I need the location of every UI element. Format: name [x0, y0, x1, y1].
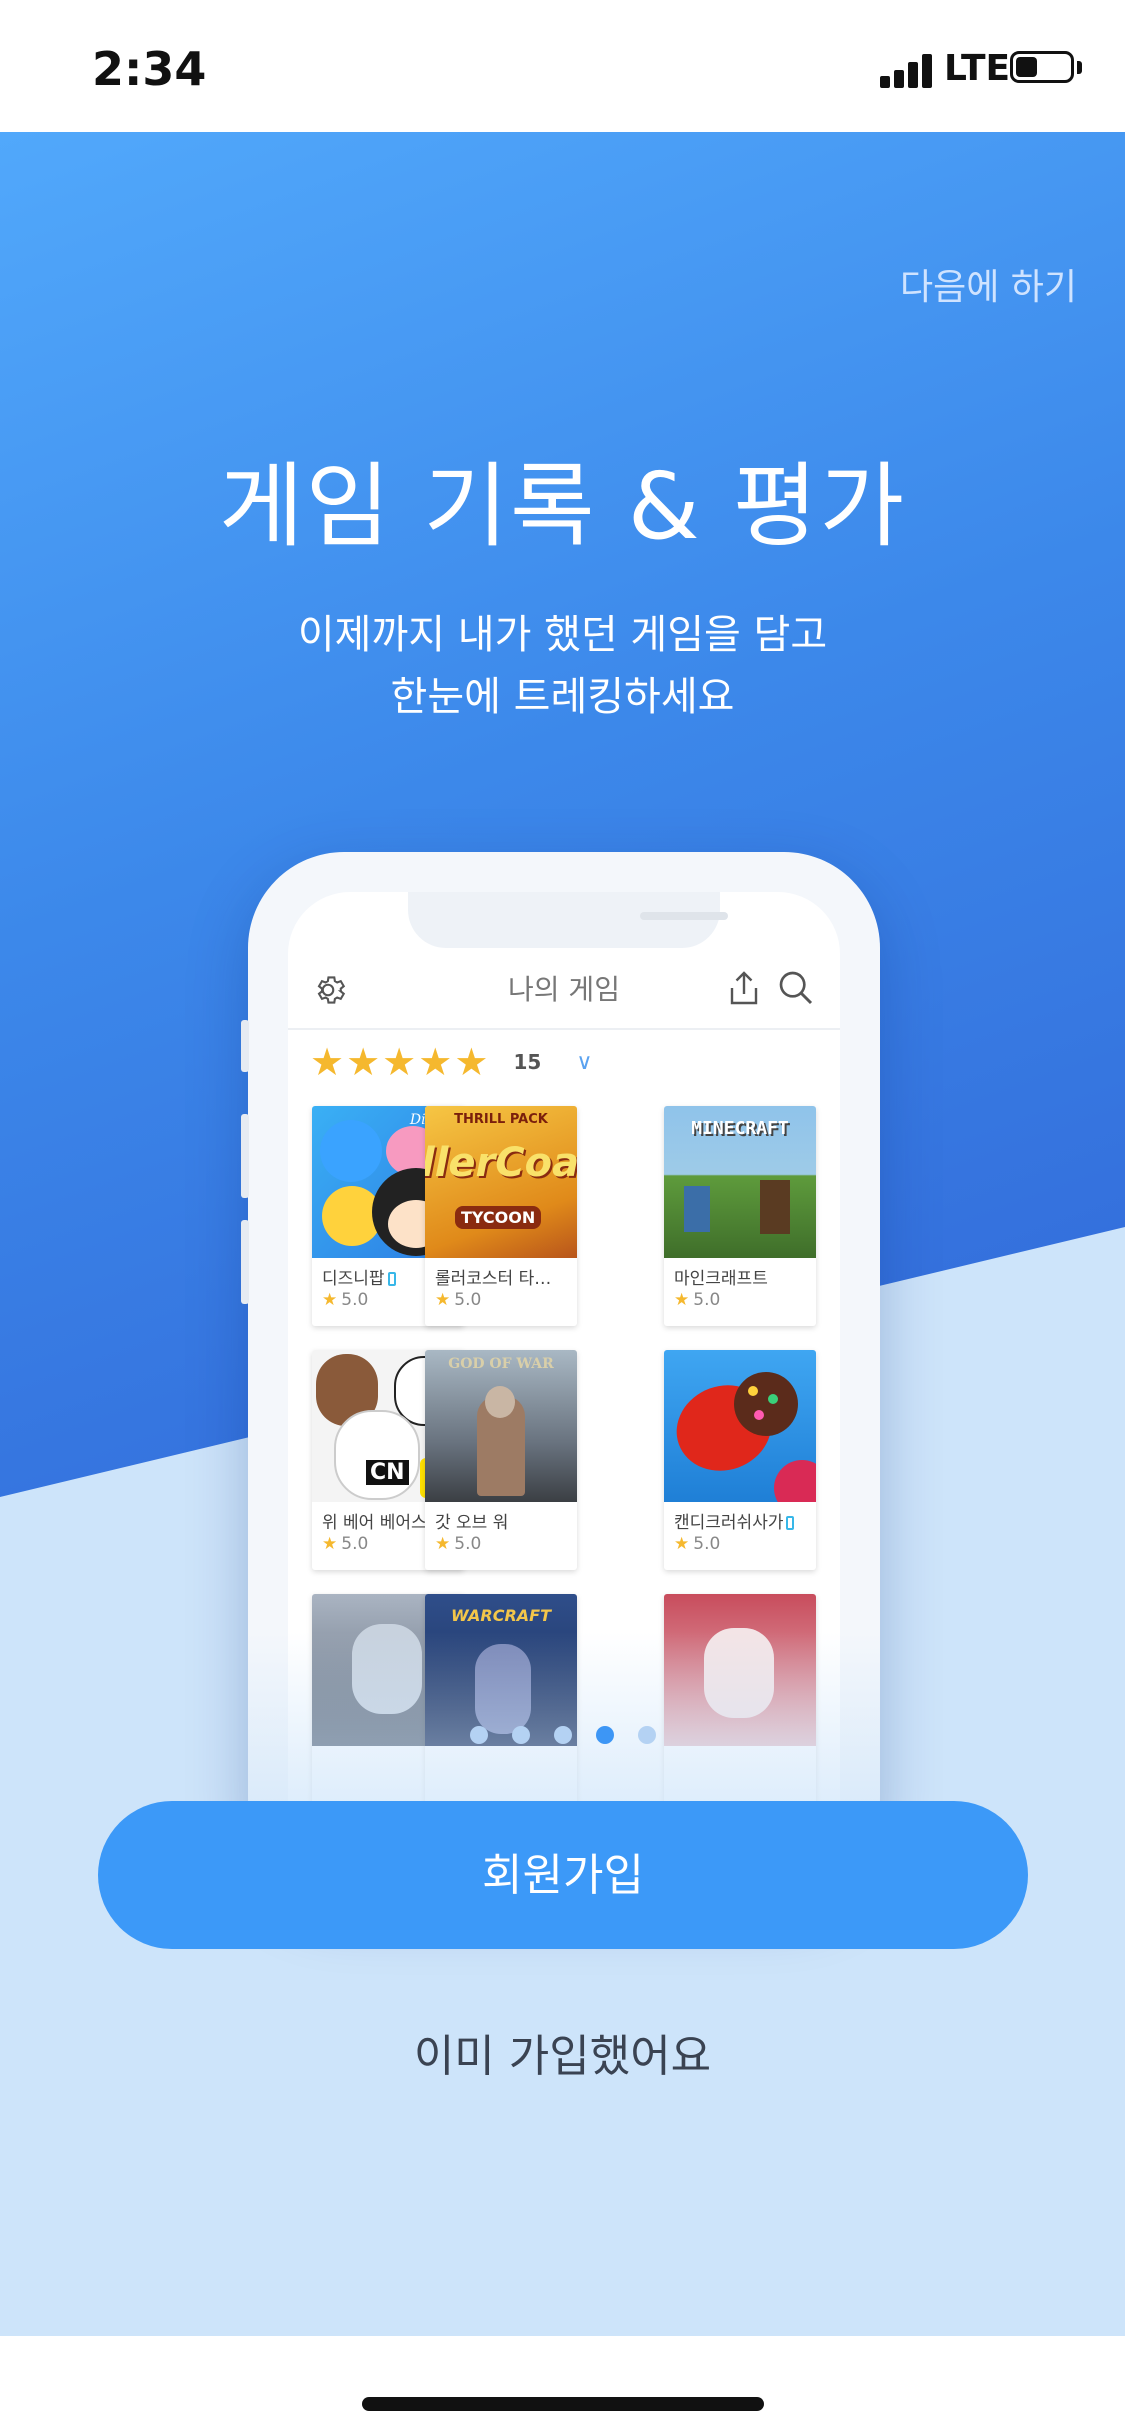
- art-text-thrill: THRILL PACK: [454, 1112, 548, 1127]
- page-dot-active[interactable]: [596, 1726, 614, 1744]
- art-text-roller: llerCoa: [425, 1140, 577, 1186]
- art-text-minecraft: MINECRAFT: [691, 1118, 789, 1139]
- star-icon: ★: [674, 1290, 690, 1310]
- game-rating: 5.0: [341, 1290, 369, 1310]
- signup-button[interactable]: 회원가입: [98, 1801, 1028, 1949]
- signal-strength-icon: [880, 52, 936, 88]
- star-icon: ★: [435, 1534, 451, 1554]
- page-dot[interactable]: [512, 1726, 530, 1744]
- game-card: 캔디크러쉬사가 ★ 5.0: [664, 1350, 816, 1570]
- mobile-icon: [387, 1272, 396, 1286]
- star-icon: ★: [435, 1290, 451, 1310]
- search-icon: [779, 971, 813, 1005]
- battery-icon: [1010, 51, 1074, 83]
- game-rating: 5.0: [693, 1290, 721, 1310]
- art-text-cn: CN: [366, 1460, 409, 1485]
- art-text-tycoon: TYCOON: [455, 1206, 542, 1229]
- battery-cap: [1077, 61, 1082, 74]
- home-indicator: [362, 2397, 764, 2411]
- game-cover-candy-crush: [664, 1350, 816, 1502]
- star-icon: ★: [674, 1534, 690, 1554]
- status-time: 2:34: [92, 42, 207, 96]
- art-text-warcraft: WARCRAFT: [450, 1606, 552, 1625]
- game-name: 롤러코스터 타…: [435, 1269, 552, 1289]
- game-card: THRILL PACK llerCoa TYCOON 롤러코스터 타… ★ 5.0: [425, 1106, 577, 1326]
- game-name: 갓 오브 워: [435, 1513, 509, 1533]
- game-card: GOD OF WAR 갓 오브 워 ★ 5.0: [425, 1350, 577, 1570]
- game-rating: 5.0: [454, 1534, 482, 1554]
- rating-count: 15: [513, 1050, 542, 1074]
- art-text-gow: GOD OF WAR: [448, 1356, 554, 1372]
- star-icon: ★: [346, 1040, 381, 1084]
- game-name: 마인크래프트: [674, 1269, 768, 1289]
- share-icon: [730, 971, 758, 1005]
- onboarding-hero: 다음에 하기 게임 기록 & 평가 이제까지 내가 했던 게임을 담고 한눈에 …: [0, 132, 1125, 2336]
- rating-filter: ★★★★★ 15 ∨: [310, 1040, 593, 1090]
- header-divider: [288, 1028, 840, 1030]
- star-icon: ★: [322, 1534, 338, 1554]
- phone-speaker: [640, 912, 728, 920]
- game-card: MINECRAFT 마인크래프트 ★ 5.0: [664, 1106, 816, 1326]
- game-rating: 5.0: [341, 1534, 369, 1554]
- page-dot[interactable]: [554, 1726, 572, 1744]
- phone-notch: [408, 892, 728, 948]
- page-subtitle: 이제까지 내가 했던 게임을 담고 한눈에 트레킹하세요: [0, 604, 1125, 728]
- game-name: 디즈니팝: [322, 1269, 385, 1289]
- star-icon: ★: [322, 1290, 338, 1310]
- page-dot[interactable]: [470, 1726, 488, 1744]
- star-icon: ★: [418, 1040, 453, 1084]
- game-rating: 5.0: [693, 1534, 721, 1554]
- network-type: LTE: [944, 48, 1011, 89]
- chevron-down-icon: ∨: [576, 1049, 593, 1075]
- already-registered-link[interactable]: 이미 가입했어요: [0, 2020, 1125, 2084]
- skip-button[interactable]: 다음에 하기: [900, 258, 1077, 310]
- mobile-icon: [786, 1516, 795, 1530]
- subtitle-line-1: 이제까지 내가 했던 게임을 담고: [297, 612, 828, 658]
- star-icon: ★: [310, 1040, 345, 1084]
- star-icon: ★: [382, 1040, 417, 1084]
- game-cover-god-of-war: GOD OF WAR: [425, 1350, 577, 1502]
- phone-side-button: [241, 1020, 249, 1072]
- subtitle-line-2: 한눈에 트레킹하세요: [390, 674, 735, 720]
- star-icon: ★: [454, 1040, 489, 1084]
- game-name: 캔디크러쉬사가: [674, 1513, 784, 1533]
- game-rating: 5.0: [454, 1290, 482, 1310]
- page-title: 게임 기록 & 평가: [218, 453, 907, 560]
- game-cover-roller-coaster: THRILL PACK llerCoa TYCOON: [425, 1106, 577, 1258]
- battery-level: [1016, 57, 1037, 77]
- page-dot[interactable]: [638, 1726, 656, 1744]
- phone-side-button: [241, 1114, 249, 1198]
- game-cover-minecraft: MINECRAFT: [664, 1106, 816, 1258]
- phone-side-button: [241, 1220, 249, 1304]
